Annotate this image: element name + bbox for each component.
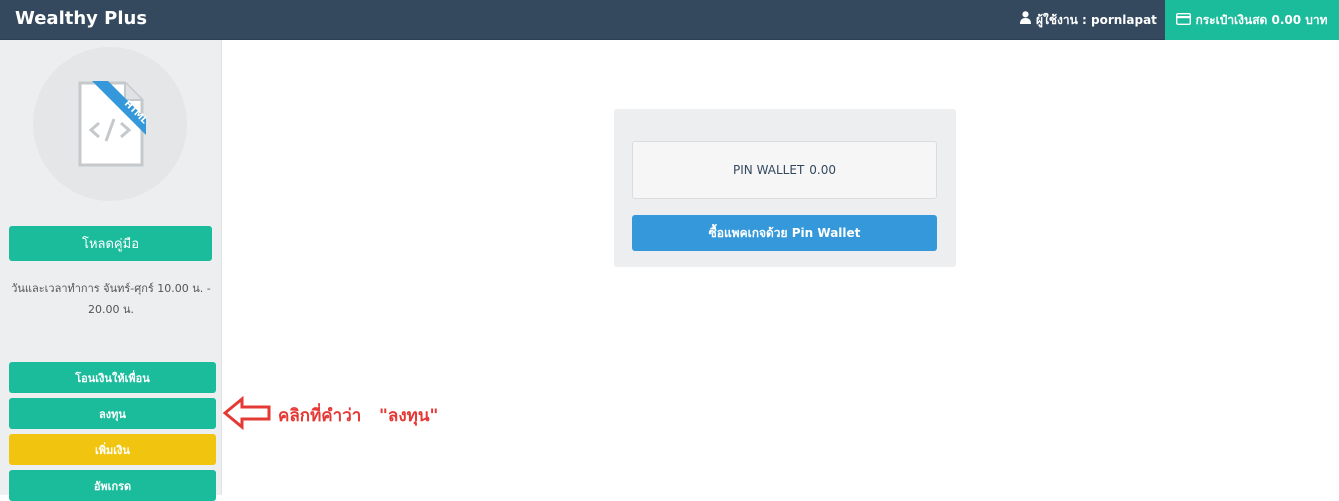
cash-wallet-button[interactable]: กระเป๋าเงินสด 0.00 บาท <box>1165 0 1339 40</box>
annotation-text: คลิกที่คำว่า "ลงทุน" <box>278 405 439 426</box>
buy-package-with-pin-wallet-button[interactable]: ซื้อแพคเกจด้วย Pin Wallet <box>632 215 937 251</box>
invest-button[interactable]: ลงทุน <box>9 398 216 429</box>
user-icon <box>1020 1 1031 39</box>
download-manual-button[interactable]: โหลดคู่มือ <box>9 226 212 261</box>
top-navbar: Wealthy Plus ผู้ใช้งาน : pornlapat กระเป… <box>0 0 1339 40</box>
html-file-icon: HTML <box>78 79 149 173</box>
user-menu[interactable]: ผู้ใช้งาน : pornlapat <box>1020 0 1157 40</box>
sidebar: HTML โหลดคู่มือ วันและเวลาทำการ จันทร์-ศ… <box>0 40 222 501</box>
arrow-left-icon <box>222 395 272 434</box>
wallet-icon <box>1176 12 1192 28</box>
pin-wallet-value: 0.00 <box>809 163 836 177</box>
business-hours-text: วันและเวลาทำการ จันทร์-ศุกร์ 10.00 น. - … <box>11 282 211 316</box>
wallet-label: กระเป๋าเงินสด 0.00 บาท <box>1195 12 1328 27</box>
transfer-to-friend-button[interactable]: โอนเงินให้เพื่อน <box>9 362 216 393</box>
avatar: HTML <box>33 47 187 201</box>
user-label: ผู้ใช้งาน : pornlapat <box>1036 13 1157 27</box>
instruction-annotation: คลิกที่คำว่า "ลงทุน" <box>222 395 439 434</box>
pin-wallet-label: PIN WALLET <box>733 163 805 177</box>
pin-wallet-display: PIN WALLET 0.00 <box>632 141 937 199</box>
pin-wallet-card: PIN WALLET 0.00 ซื้อแพคเกจด้วย Pin Walle… <box>614 109 956 267</box>
add-funds-button[interactable]: เพิ่มเงิน <box>9 434 216 465</box>
upgrade-button[interactable]: อัพเกรด <box>9 470 216 501</box>
brand-title[interactable]: Wealthy Plus <box>15 0 147 40</box>
